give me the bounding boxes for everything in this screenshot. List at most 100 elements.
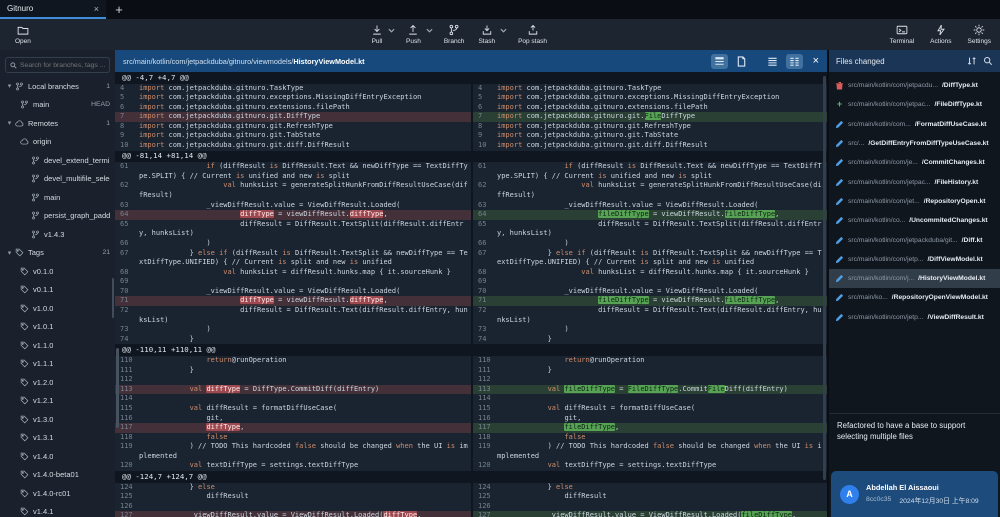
sidebar-item-v1-4-0-beta01[interactable]: v1.4.0-beta01 xyxy=(0,466,115,485)
pull-button[interactable]: Pull xyxy=(366,24,388,45)
line-number: 9 xyxy=(473,131,497,141)
sidebar-section-remotes[interactable]: ▾Remotes1 xyxy=(0,114,115,133)
sidebar-item-v1-4-0-rc01[interactable]: v1.4.0-rc01 xyxy=(0,484,115,503)
sidebar-section-local-branches[interactable]: ▾Local branches1 xyxy=(0,77,115,96)
sidebar-item-v1-4-1[interactable]: v1.4.1 xyxy=(0,503,115,517)
sidebar-item-v1-4-0[interactable]: v1.4.0 xyxy=(0,447,115,466)
sidebar-item-main[interactable]: main xyxy=(0,188,115,207)
sidebar-item-devel-multifile-select[interactable]: devel_multifile_select... xyxy=(0,170,115,189)
file-row-viewdiffresult-kt[interactable]: src/main/kotlin/com/jetp.../ViewDiffResu… xyxy=(829,308,1000,327)
file-row-getdiffentryfromdifftypeusecase-kt[interactable]: src/.../GetDiffEntryFromDiffTypeUseCase.… xyxy=(829,134,1000,153)
actions-button[interactable]: Actions xyxy=(925,24,956,45)
sidebar-item-devel-extend-termina[interactable]: devel_extend_termina... xyxy=(0,151,115,170)
toggle-full-file-icon[interactable] xyxy=(733,54,750,69)
head-badge: HEAD xyxy=(91,101,110,108)
file-row-repositoryopen-kt[interactable]: src/main/kotlin/com/jet.../RepositoryOpe… xyxy=(829,192,1000,211)
file-row-diff-kt[interactable]: src/main/kotlin/com/jetpackduba/git.../D… xyxy=(829,230,1000,249)
tab-close-icon[interactable]: × xyxy=(94,4,99,14)
tab-gitnuro[interactable]: Gitnuro × xyxy=(0,0,106,19)
modified-file-icon xyxy=(835,236,844,245)
code-line: } else xyxy=(139,483,471,493)
sidebar-section-tags[interactable]: ▾Tags21 xyxy=(0,244,115,263)
tree-label: v0.1.0 xyxy=(33,267,53,276)
file-row-uncommitedchanges-kt[interactable]: src/main/kotlin/co.../UncommitedChanges.… xyxy=(829,211,1000,230)
close-diff-icon[interactable]: × xyxy=(813,55,819,67)
diff-row: 67 } else if (diffResult is DiffResult.T… xyxy=(115,249,827,268)
sidebar-item-origin[interactable]: origin xyxy=(0,133,115,152)
sidebar-item-v1-3-1[interactable]: v1.3.1 xyxy=(0,429,115,448)
diff-left-scrollbar[interactable] xyxy=(116,348,119,428)
chevron-down-icon[interactable] xyxy=(388,27,395,34)
file-name: /RepositoryOpenViewModel.kt xyxy=(892,294,988,301)
commit-author-card[interactable]: A Abdellah El Aissaoui 8cc0c35 2024年12月3… xyxy=(831,471,998,517)
code-line: fileDiffType = viewDiffResult.fileDiffTy… xyxy=(497,210,827,220)
file-row-commitchanges-kt[interactable]: src/main/kotlin/com/je.../CommitChanges.… xyxy=(829,153,1000,172)
sidebar-scrollbar[interactable] xyxy=(112,278,115,318)
sort-files-icon[interactable] xyxy=(967,56,977,66)
code-line: diffResult = DiffResult.TextSplit(diffRe… xyxy=(139,220,471,239)
stash-button[interactable]: Stash xyxy=(473,24,500,45)
pop-stash-icon xyxy=(527,24,539,36)
file-row-difftype-kt[interactable]: src/main/kotlin/com/jetpacdu.../DiffType… xyxy=(829,76,1000,95)
diff-row: 120 val textDiffType = settings.textDiff… xyxy=(115,461,827,471)
sidebar-item-v0-1-1[interactable]: v0.1.1 xyxy=(0,281,115,300)
branch-button[interactable]: Branch xyxy=(439,24,470,45)
sidebar-item-main[interactable]: mainHEAD xyxy=(0,96,115,115)
sidebar-item-persist-graph-paddin[interactable]: persist_graph_paddin... xyxy=(0,207,115,226)
modified-file-icon xyxy=(835,158,844,167)
terminal-button[interactable]: Terminal xyxy=(885,24,920,45)
diff-header: src/main/kotlin/com/jetpackduba/gitnuro/… xyxy=(115,50,827,72)
code-line: ) xyxy=(139,239,471,249)
new-tab-button[interactable]: + xyxy=(106,0,132,19)
toggle-hunks-icon[interactable] xyxy=(711,54,728,69)
push-button[interactable]: Push xyxy=(401,24,426,45)
sidebar-item-v1-3-0[interactable]: v1.3.0 xyxy=(0,410,115,429)
open-button[interactable]: Open xyxy=(10,24,36,45)
line-number: 6 xyxy=(473,103,497,113)
code-cell: 9import com.jetpackduba.gitnuro.git.TabS… xyxy=(115,131,471,141)
toggle-unified-view-icon[interactable] xyxy=(764,54,781,69)
sidebar-item-v1-1-0[interactable]: v1.1.0 xyxy=(0,336,115,355)
sidebar-item-v0-1-0[interactable]: v0.1.0 xyxy=(0,262,115,281)
toggle-split-view-icon[interactable] xyxy=(786,54,803,69)
code-cell: 114 xyxy=(115,394,471,404)
chevron-down-icon[interactable] xyxy=(426,27,433,34)
file-row-diffviewmodel-kt[interactable]: src/main/kotlin/com/jetp.../DiffViewMode… xyxy=(829,250,1000,269)
diff-row: 6969 xyxy=(115,277,827,287)
chevron-down-icon: ▾ xyxy=(5,249,14,257)
file-row-filehistory-kt[interactable]: src/main/kotlin/com/jetpac.../FileHistor… xyxy=(829,172,1000,191)
line-number: 62 xyxy=(115,181,139,191)
files-changed-list: src/main/kotlin/com/jetpacdu.../DiffType… xyxy=(829,72,1000,413)
sidebar-item-v1-4-3[interactable]: v1.4.3 xyxy=(0,225,115,244)
tree-label: v1.2.0 xyxy=(33,378,53,387)
search-files-icon[interactable] xyxy=(983,56,993,66)
chevron-down-icon[interactable] xyxy=(500,27,507,34)
file-row-formatdiffusecase-kt[interactable]: src/main/kotlin/com.../FormatDiffUseCase… xyxy=(829,115,1000,134)
sidebar-item-v1-1-1[interactable]: v1.1.1 xyxy=(0,355,115,374)
code-cell: 71 fileDiffType = viewDiffResult.fileDif… xyxy=(471,296,827,306)
commit-message: Refactored to have a base to support sel… xyxy=(829,413,1000,471)
pop-stash-button[interactable]: Pop stash xyxy=(513,24,552,45)
code-cell: 62 val hunksList = generateSplitHunkFrom… xyxy=(115,181,471,200)
settings-button[interactable]: Settings xyxy=(963,24,997,45)
sidebar-item-v1-0-0[interactable]: v1.0.0 xyxy=(0,299,115,318)
sidebar-item-v1-2-0[interactable]: v1.2.0 xyxy=(0,373,115,392)
file-row-repositoryopenviewmodel-kt[interactable]: src/main/ko.../RepositoryOpenViewModel.k… xyxy=(829,288,1000,307)
code-cell: 112 xyxy=(115,375,471,385)
hunk-header: @@ -4,7 +4,7 @@ xyxy=(115,72,827,84)
modified-file-icon xyxy=(835,120,844,129)
line-number: 73 xyxy=(473,325,497,335)
sidebar-item-v1-2-1[interactable]: v1.2.1 xyxy=(0,392,115,411)
file-row-filedifftype-kt[interactable]: +src/main/kotlin/com/jetpac.../FileDiffT… xyxy=(829,95,1000,114)
code-line: fileDiffType, xyxy=(497,423,827,433)
diff-row: 117 diffType,117 fileDiffType, xyxy=(115,423,827,433)
diff-row: 119 ) // TODO This hardcoded false shoul… xyxy=(115,442,827,461)
search-box[interactable] xyxy=(5,57,110,73)
code-line: diffResult = DiffResult.TextSplit(diffRe… xyxy=(497,220,827,239)
tag-icon xyxy=(20,415,29,424)
sidebar-item-v1-0-1[interactable]: v1.0.1 xyxy=(0,318,115,337)
code-cell: 127 _viewDiffResult.value = ViewDiffResu… xyxy=(115,511,471,517)
file-row-historyviewmodel-kt[interactable]: src/main/kotlin/com/j.../HistoryViewMode… xyxy=(829,269,1000,288)
search-input[interactable] xyxy=(20,62,105,69)
diff-right-scrollbar[interactable] xyxy=(823,76,826,480)
